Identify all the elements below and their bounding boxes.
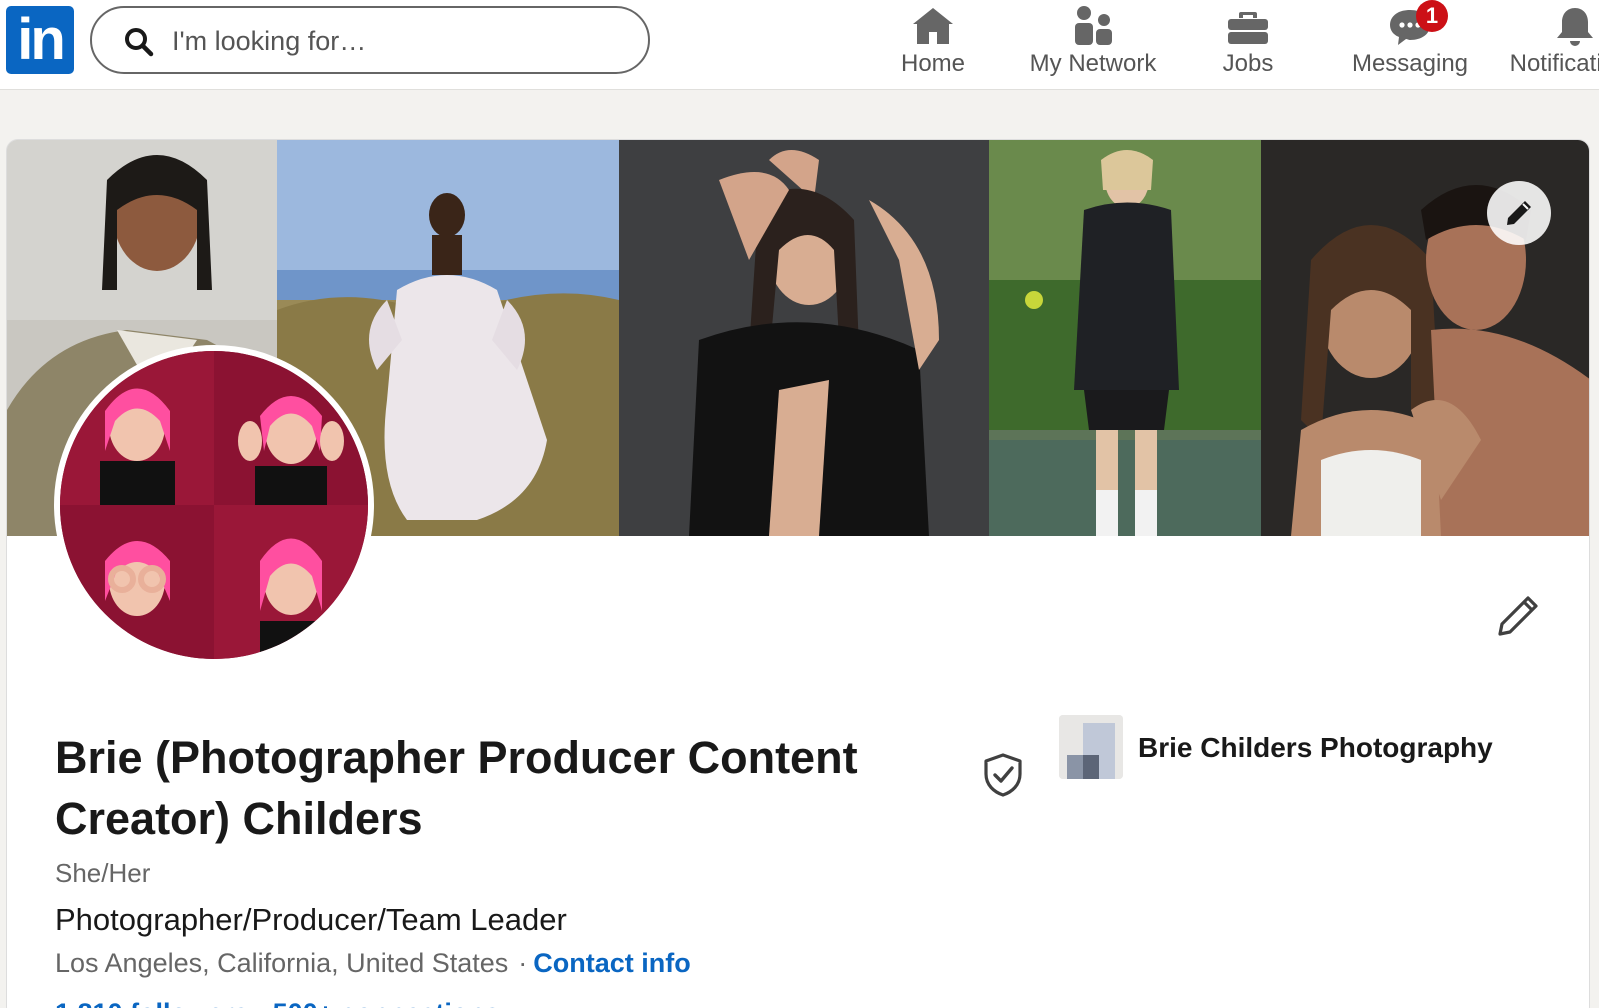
pencil-icon (1507, 201, 1531, 225)
banner-photo-4 (989, 140, 1261, 536)
verified-shield-icon (984, 753, 1022, 797)
nav-my-network[interactable]: My Network (1018, 0, 1168, 88)
separator-dot: · (518, 948, 528, 978)
search-input[interactable] (172, 20, 612, 62)
company-name-link[interactable]: Brie Childers Photography (1138, 732, 1493, 764)
edit-banner-button[interactable] (1487, 181, 1551, 245)
messaging-badge: 1 (1416, 0, 1448, 32)
company-logo[interactable] (1059, 715, 1123, 779)
network-icon (1075, 6, 1112, 45)
profile-avatar[interactable] (54, 345, 374, 665)
location-row: Los Angeles, California, United States · C… (55, 948, 691, 979)
nav-jobs[interactable]: Jobs (1193, 0, 1303, 88)
profile-name: Brie (Photographer Producer Content Crea… (55, 732, 858, 844)
profile-card: Brie (Photographer Producer Content Crea… (6, 139, 1590, 1008)
top-navigation-bar: in Home My Network Jobs (0, 0, 1599, 90)
profile-location: Los Angeles, California, United States (55, 948, 509, 978)
profile-pronouns: She/Her (55, 858, 151, 888)
nav-my-network-label: My Network (1029, 50, 1157, 77)
contact-info-link[interactable]: Contact info (533, 948, 690, 978)
nav-notifications-label: Notifications (1509, 50, 1599, 77)
nav-messaging-label: Messaging (1351, 50, 1469, 77)
bell-icon (1557, 8, 1593, 46)
profile-headline: Photographer/Producer/Team Leader (55, 902, 567, 937)
banner-photo-3 (619, 140, 989, 536)
search-bar[interactable] (90, 6, 650, 74)
search-icon (125, 28, 154, 57)
nav-jobs-label: Jobs (1222, 50, 1274, 77)
followers-connections-row[interactable]: 1,810 followers · 500+ connections (55, 998, 500, 1008)
messaging-icon-wrap: 1 (1386, 0, 1448, 48)
nav-notifications[interactable]: Notifications (1500, 0, 1599, 88)
nav-home-label: Home (900, 50, 966, 77)
nav-home[interactable]: Home (878, 0, 988, 88)
linkedin-logo[interactable]: in (6, 6, 74, 74)
edit-profile-pencil-icon[interactable] (1495, 593, 1541, 639)
briefcase-icon (1228, 12, 1268, 44)
home-icon (913, 8, 953, 44)
nav-messaging[interactable]: 1 Messaging (1330, 0, 1490, 88)
